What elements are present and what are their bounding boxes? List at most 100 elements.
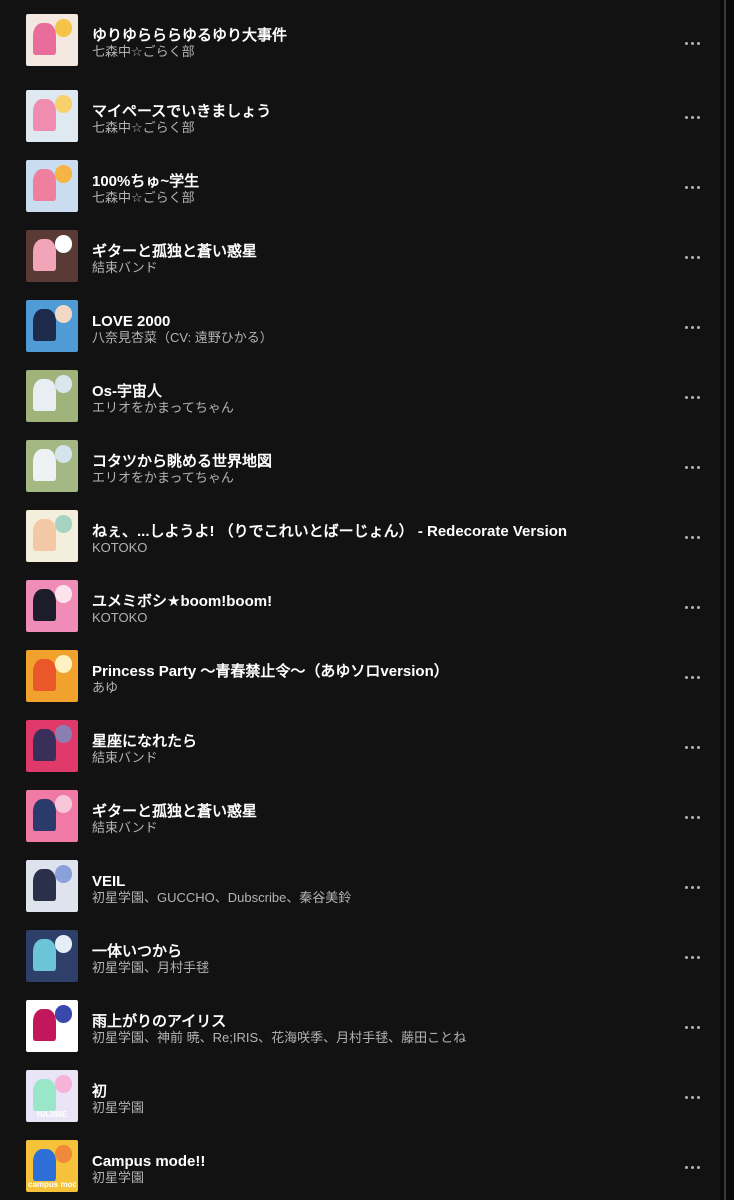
track-row[interactable]: Re:IRIS 雨上がりのアイリス 初星学園、神前 暁、Re;IRIS、花海咲季、月… — [0, 986, 720, 1056]
track-artist[interactable]: 七森中☆ごらく部 — [92, 190, 652, 205]
more-options-button[interactable] — [676, 177, 708, 197]
album-cover[interactable] — [26, 580, 78, 632]
more-options-button[interactable] — [676, 1087, 708, 1107]
track-row[interactable]: VEIL 初星学園、GUCCHO、Dubscribe、秦谷美鈴 — [0, 846, 720, 916]
track-artist[interactable]: 初星学園、神前 暁、Re;IRIS、花海咲季、月村手毬、藤田ことね — [92, 1030, 652, 1045]
more-horizontal-icon — [690, 955, 694, 959]
track-title[interactable]: Princess Party ～青春禁止令～（あゆソロversion） — [92, 663, 652, 680]
track-title[interactable]: 雨上がりのアイリス — [92, 1013, 652, 1030]
track-row[interactable]: Princess Party ～青春禁止令～（あゆソロversion） あゆ — [0, 636, 720, 706]
album-cover[interactable]: HAJIME — [26, 1070, 78, 1122]
track-title[interactable]: 100%ちゅ~学生 — [92, 173, 652, 190]
more-options-button[interactable] — [676, 527, 708, 547]
album-cover[interactable] — [26, 90, 78, 142]
album-cover[interactable] — [26, 650, 78, 702]
track-artist[interactable]: 初星学園 — [92, 1100, 652, 1115]
track-title[interactable]: ユメミボシ★boom!boom! — [92, 593, 652, 610]
track-artist[interactable]: エリオをかまってちゃん — [92, 400, 652, 415]
track-artist[interactable]: エリオをかまってちゃん — [92, 470, 652, 485]
more-horizontal-icon — [684, 885, 688, 889]
album-cover[interactable] — [26, 160, 78, 212]
more-options-button[interactable] — [676, 947, 708, 967]
track-title[interactable]: マイペースでいきましょう — [92, 103, 652, 120]
more-options-button[interactable] — [676, 247, 708, 267]
track-title[interactable]: LOVE 2000 — [92, 313, 652, 330]
track-artist[interactable]: あゆ — [92, 680, 652, 695]
track-artist[interactable]: 七森中☆ごらく部 — [92, 44, 652, 59]
track-row[interactable]: Os-宇宙人 エリオをかまってちゃん — [0, 356, 720, 426]
more-options-button[interactable] — [676, 737, 708, 757]
track-title[interactable]: 初 — [92, 1083, 652, 1100]
album-cover[interactable] — [26, 230, 78, 282]
track-artist[interactable]: KOTOKO — [92, 540, 652, 555]
album-cover[interactable] — [26, 370, 78, 422]
track-row[interactable]: ゆりゆらららゆるゆり大事件 七森中☆ごらく部 — [0, 0, 720, 76]
more-horizontal-icon — [690, 1095, 694, 1099]
track-row[interactable]: ねぇ、...しようよ! （りでこれいとばーじょん） - Redecorate V… — [0, 496, 720, 566]
track-artist[interactable]: 初星学園、月村手毬 — [92, 960, 652, 975]
track-artist[interactable]: 結束バンド — [92, 260, 652, 275]
album-cover[interactable] — [26, 300, 78, 352]
album-cover[interactable] — [26, 14, 78, 66]
track-row[interactable]: LOVE 2000 八奈見杏菜（CV: 遠野ひかる） — [0, 286, 720, 356]
more-options-button[interactable] — [676, 107, 708, 127]
track-artist[interactable]: 結束バンド — [92, 750, 652, 765]
more-options-button[interactable] — [676, 457, 708, 477]
more-horizontal-icon — [690, 815, 694, 819]
track-row[interactable]: ギターと孤独と蒼い惑星 結束バンド — [0, 776, 720, 846]
album-cover[interactable] — [26, 790, 78, 842]
track-title[interactable]: Os-宇宙人 — [92, 383, 652, 400]
track-artist[interactable]: 初星学園 — [92, 1170, 652, 1185]
track-row[interactable]: HAJIME 初初星学園 — [0, 1056, 720, 1126]
track-row[interactable]: 星座になれたら 結束バンド — [0, 706, 720, 776]
album-cover[interactable] — [26, 510, 78, 562]
track-title[interactable]: ギターと孤独と蒼い惑星 — [92, 803, 652, 820]
track-row[interactable]: ユメミボシ★boom!boom! KOTOKO — [0, 566, 720, 636]
album-cover[interactable] — [26, 930, 78, 982]
track-meta: 100%ちゅ~学生 七森中☆ごらく部 — [92, 173, 652, 205]
more-options-button[interactable] — [676, 807, 708, 827]
more-options-button[interactable] — [676, 597, 708, 617]
track-row[interactable]: マイペースでいきましょう 七森中☆ごらく部 — [0, 76, 720, 146]
album-cover[interactable]: Re:IRIS — [26, 1000, 78, 1052]
track-artist[interactable]: 八奈見杏菜（CV: 遠野ひかる） — [92, 330, 652, 345]
track-meta: ギターと孤独と蒼い惑星 結束バンド — [92, 243, 652, 275]
more-horizontal-icon — [690, 255, 694, 259]
more-options-button[interactable] — [676, 317, 708, 337]
track-artist[interactable]: 結束バンド — [92, 820, 652, 835]
track-artist[interactable]: 初星学園、GUCCHO、Dubscribe、秦谷美鈴 — [92, 890, 652, 905]
album-cover[interactable] — [26, 860, 78, 912]
track-title[interactable]: 星座になれたら — [92, 733, 652, 750]
track-title[interactable]: VEIL — [92, 873, 652, 890]
track-meta: ギターと孤独と蒼い惑星 結束バンド — [92, 803, 652, 835]
track-title[interactable]: ねぇ、...しようよ! （りでこれいとばーじょん） - Redecorate V… — [92, 523, 652, 540]
more-horizontal-icon — [690, 535, 694, 539]
album-cover[interactable] — [26, 720, 78, 772]
track-row[interactable]: コタツから眺める世界地図 エリオをかまってちゃん — [0, 426, 720, 496]
album-cover[interactable]: campus mode — [26, 1140, 78, 1192]
more-options-button[interactable] — [676, 1017, 708, 1037]
track-title[interactable]: ギターと孤独と蒼い惑星 — [92, 243, 652, 260]
more-horizontal-icon — [696, 465, 700, 469]
track-title[interactable]: ゆりゆらららゆるゆり大事件 — [92, 27, 652, 44]
track-title[interactable]: Campus mode!! — [92, 1153, 652, 1170]
track-row[interactable]: campus mode Campus mode!!初星学園 — [0, 1126, 720, 1196]
more-horizontal-icon — [696, 325, 700, 329]
track-row[interactable]: ギターと孤独と蒼い惑星 結束バンド — [0, 216, 720, 286]
track-row[interactable]: 100%ちゅ~学生 七森中☆ごらく部 — [0, 146, 720, 216]
track-row[interactable]: 一体いつから 初星学園、月村手毬 — [0, 916, 720, 986]
track-title[interactable]: 一体いつから — [92, 943, 652, 960]
track-artist[interactable]: 七森中☆ごらく部 — [92, 120, 652, 135]
more-horizontal-icon — [684, 1095, 688, 1099]
more-options-button[interactable] — [676, 1157, 708, 1177]
more-horizontal-icon — [690, 115, 694, 119]
more-options-button[interactable] — [676, 667, 708, 687]
more-options-button[interactable] — [676, 33, 708, 53]
album-cover[interactable] — [26, 440, 78, 492]
track-artist[interactable]: KOTOKO — [92, 610, 652, 625]
more-options-button[interactable] — [676, 877, 708, 897]
more-options-button[interactable] — [676, 387, 708, 407]
track-title[interactable]: コタツから眺める世界地図 — [92, 453, 652, 470]
scrollbar[interactable] — [724, 0, 726, 1200]
track-meta: VEIL 初星学園、GUCCHO、Dubscribe、秦谷美鈴 — [92, 873, 652, 905]
